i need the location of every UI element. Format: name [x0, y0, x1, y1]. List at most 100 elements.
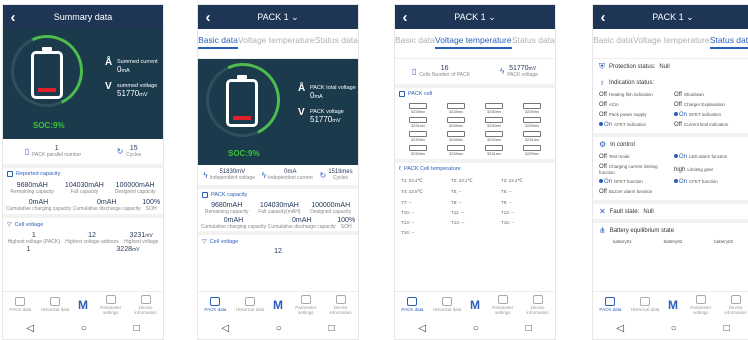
cell-voltage: 3228mv [448, 137, 464, 142]
status-state: Off [599, 102, 607, 108]
system-nav: ◁ ○ □ [198, 317, 358, 339]
nav-historical-data[interactable]: Historical data [40, 297, 70, 312]
nav-device-information[interactable]: Device information [721, 294, 748, 315]
tab-basic-data[interactable]: Basic data [593, 35, 633, 47]
nav-historical-data[interactable]: Historical data [235, 297, 265, 312]
protection-status: ⛨ Protection status: Null [599, 62, 670, 71]
sys-back-button[interactable]: ◁ [418, 323, 426, 334]
nav-device-information[interactable]: Device information [523, 294, 553, 315]
status-state: On [679, 154, 688, 160]
sys-home-button[interactable]: ○ [276, 323, 282, 334]
system-nav: ◁ ○ □ [3, 317, 163, 339]
nav-device-information[interactable]: Device information [131, 294, 161, 315]
status-label: Test mode [608, 154, 630, 159]
device-icon [335, 294, 346, 304]
sys-home-button[interactable]: ○ [81, 323, 87, 334]
pack-data-icon [407, 297, 418, 306]
sys-recent-button[interactable]: □ [329, 323, 335, 334]
cell-voltage: 3230mv [486, 123, 502, 128]
sys-recent-button[interactable]: □ [134, 323, 140, 334]
pack-selector[interactable]: PACK 1 ⌄ [395, 12, 555, 23]
back-icon[interactable]: ‹ [593, 9, 613, 26]
status-label: Shutdown [683, 92, 704, 97]
indication-grid: Off Heating film indication Off Shutdown Off… [593, 90, 748, 130]
status-item: Off ACin [599, 102, 672, 108]
nav-historical-data[interactable]: Historical data [630, 297, 660, 312]
status-state: On [604, 179, 613, 185]
cell-voltage: 3231mv [486, 151, 502, 156]
nav-pack-data[interactable]: PACK data [200, 297, 230, 312]
pack-selector[interactable]: PACK 1 ⌄ [593, 12, 748, 23]
pack-icon: ▯ [24, 147, 30, 156]
cell-item: 3231mv [515, 131, 549, 142]
tab-basic-data[interactable]: Basic data [395, 35, 435, 47]
nav-pack-data[interactable]: PACK data [595, 297, 625, 312]
sys-back-button[interactable]: ◁ [221, 323, 229, 334]
tab-status-data[interactable]: Status data [512, 35, 555, 47]
status-state: On [679, 112, 688, 118]
voltage-icon: ▽ [202, 239, 207, 245]
nav-parameter-settings[interactable]: Parameter settings [488, 294, 518, 315]
cell-item: 3230mv [477, 117, 511, 128]
status-item: Off Buzzer alarm function [599, 189, 672, 195]
nav-pack-data[interactable]: PACK data [397, 297, 427, 312]
cell-voltage: 3229mv [524, 109, 540, 114]
temperature-item: T6: -- [501, 189, 512, 194]
status-label: CFET function [689, 179, 718, 184]
cell-item: 3229mv [515, 117, 549, 128]
cell-voltage: 3229mv [524, 151, 540, 156]
control-grid: Off Test mode On LED alarm function Off Charg… [593, 152, 748, 197]
history-icon [640, 297, 651, 306]
sys-home-button[interactable]: ○ [671, 323, 677, 334]
sys-recent-button[interactable]: □ [724, 323, 730, 334]
tab-status-data[interactable]: Status data [709, 35, 748, 49]
cell-item: 3228mv [439, 131, 473, 142]
nav-parameter-settings[interactable]: Parameter settings [686, 294, 716, 315]
status-item: On CFET indication [599, 122, 672, 128]
battery-item: battery01 [612, 239, 632, 244]
device-icon [730, 294, 741, 304]
sys-back-button[interactable]: ◁ [26, 323, 34, 334]
tab-voltage-temperature[interactable]: Voltage temperature [238, 35, 315, 47]
pack-capacity-header: PACK capacity [198, 185, 358, 201]
highest-voltage-pack: 1 Highest voltage (PACK) [7, 232, 60, 245]
cycle-icon: ↻ [319, 170, 327, 180]
discharge-capacity: 0mAH Cumulative discharge capacity [267, 217, 336, 230]
capacity-row-1: 9680mAH Remaining capacity 104030mAH Full … [198, 201, 358, 216]
nav-parameter-settings[interactable]: Parameter settings [96, 294, 126, 315]
settings-icon [300, 294, 311, 304]
cell-item: 3228mv [439, 117, 473, 128]
tab-basic-data[interactable]: Basic data [198, 35, 238, 49]
tab-voltage-temperature[interactable]: Voltage temperature [435, 35, 512, 49]
temperature-item: T8: -- [451, 200, 462, 205]
tab-status-data[interactable]: Status data [315, 35, 358, 47]
cell-item: 3229mv [477, 131, 511, 142]
tab-voltage-temperature[interactable]: Voltage temperature [633, 35, 710, 47]
temperature-item: T5: -- [451, 189, 462, 194]
status-label: Charger Explanation [683, 102, 725, 107]
highest-voltage: 3231mV Highest voltage [123, 232, 159, 245]
nav-pack-data[interactable]: PACK data [5, 297, 35, 312]
back-icon[interactable]: ‹ [3, 9, 23, 26]
sys-recent-button[interactable]: □ [526, 323, 532, 334]
balance-icon: ⋔ [599, 226, 606, 235]
sys-back-button[interactable]: ◁ [616, 323, 624, 334]
phone-pack-basic: ‹ PACK 1 ⌄ Basic data Voltage temperatur… [197, 4, 359, 340]
temperature-item: T3: 23.4℃ [501, 178, 523, 183]
pack-icon: ▯ [412, 67, 417, 76]
brand-logo: M [667, 297, 678, 312]
pack-selector[interactable]: PACK 1 ⌄ [198, 12, 358, 23]
temperature-item: T15: -- [501, 220, 515, 225]
bottom-nav: PACK data Historical data M Parameter se… [593, 291, 748, 317]
sys-home-button[interactable]: ○ [473, 323, 479, 334]
back-icon[interactable]: ‹ [395, 9, 415, 26]
bolt-icon: ϟ [203, 170, 208, 180]
temperature-grid: T1: 23.4℃ T2: 23.1℃ T3: 23.4℃ T4: 23.5℃ T5: … [395, 175, 555, 238]
nav-historical-data[interactable]: Historical data [432, 297, 462, 312]
nav-parameter-settings[interactable]: Parameter settings [291, 294, 321, 315]
back-icon[interactable]: ‹ [198, 9, 218, 26]
cell-voltage: 3231mv [524, 137, 540, 142]
nav-device-information[interactable]: Device information [326, 294, 356, 315]
pack-data-icon [605, 297, 616, 306]
battery-item: battery02 [663, 239, 683, 244]
